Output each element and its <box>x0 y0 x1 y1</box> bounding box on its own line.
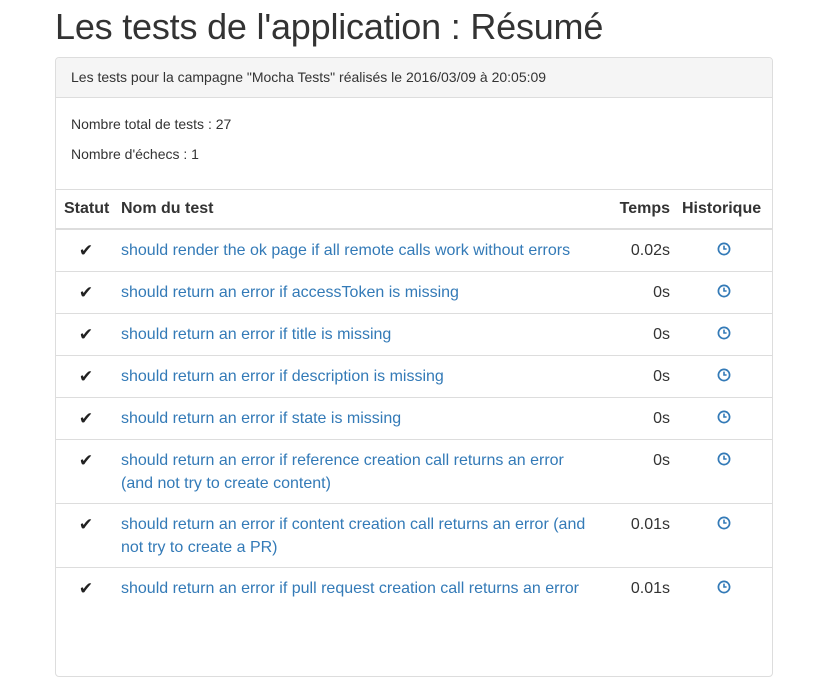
test-time: 0s <box>606 397 678 440</box>
table-row: ✔ should return an error if title is miss… <box>56 313 772 356</box>
clock-icon[interactable] <box>717 450 731 466</box>
test-name-cell: should return an error if reference crea… <box>114 439 606 504</box>
status-cell: ✔ <box>56 355 114 398</box>
clock-icon[interactable] <box>717 514 731 530</box>
status-cell: ✔ <box>56 313 114 356</box>
status-cell: ✔ <box>56 567 114 609</box>
clock-icon[interactable] <box>717 578 731 594</box>
history-cell <box>678 228 772 272</box>
history-cell <box>678 567 772 609</box>
check-icon: ✔ <box>78 579 94 598</box>
test-name-cell: should return an error if state is missi… <box>114 397 606 440</box>
test-name-link[interactable]: should return an error if pull request c… <box>121 580 579 597</box>
tests-table: Statut Nom du test Temps Historique ✔ sho… <box>56 189 772 609</box>
history-cell <box>678 271 772 314</box>
status-cell: ✔ <box>56 228 114 272</box>
test-name-cell: should return an error if pull request c… <box>114 567 606 609</box>
test-name-cell: should return an error if title is missi… <box>114 313 606 356</box>
header-time: Temps <box>606 189 678 230</box>
history-cell <box>678 313 772 356</box>
clock-icon[interactable] <box>717 366 731 382</box>
history-cell <box>678 355 772 398</box>
total-tests-text: Nombre total de tests : 27 <box>71 116 232 132</box>
test-name-link[interactable]: should return an error if title is missi… <box>121 326 391 343</box>
table-row: ✔ should return an error if pull request … <box>56 567 772 609</box>
test-name-cell: should return an error if accessToken is… <box>114 271 606 314</box>
failures-text: Nombre d'échecs : 1 <box>71 146 199 162</box>
panel-heading: Les tests pour la campagne "Mocha Tests"… <box>56 58 772 98</box>
test-name-cell: should return an error if description is… <box>114 355 606 398</box>
test-time: 0s <box>606 355 678 398</box>
test-name-cell: should render the ok page if all remote … <box>114 228 606 272</box>
clock-icon[interactable] <box>717 408 731 424</box>
test-name-link[interactable]: should render the ok page if all remote … <box>121 242 570 259</box>
test-name-link[interactable]: should return an error if state is missi… <box>121 410 401 427</box>
check-icon: ✔ <box>78 409 94 428</box>
test-name-link[interactable]: should return an error if accessToken is… <box>121 284 459 301</box>
clock-icon[interactable] <box>717 240 731 256</box>
status-cell: ✔ <box>56 439 114 504</box>
status-cell: ✔ <box>56 503 114 568</box>
clock-icon[interactable] <box>717 324 731 340</box>
test-name-cell: should return an error if content creati… <box>114 503 606 568</box>
table-row: ✔ should return an error if reference cre… <box>56 439 772 504</box>
test-time: 0.01s <box>606 503 678 568</box>
history-cell <box>678 503 772 568</box>
history-cell <box>678 397 772 440</box>
test-name-link[interactable]: should return an error if description is… <box>121 368 444 385</box>
history-cell <box>678 439 772 504</box>
page-title: Les tests de l'application : Résumé <box>55 6 604 47</box>
header-history: Historique <box>678 189 772 230</box>
test-time: 0s <box>606 271 678 314</box>
table-row: ✔ should render the ok page if all remote… <box>56 228 772 272</box>
header-status: Statut <box>56 189 114 230</box>
test-time: 0.02s <box>606 228 678 272</box>
table-row: ✔ should return an error if content creat… <box>56 503 772 568</box>
table-row: ✔ should return an error if state is miss… <box>56 397 772 440</box>
test-time: 0s <box>606 313 678 356</box>
panel-body: Nombre total de tests : 27 Nombre d'éche… <box>56 98 772 189</box>
test-time: 0s <box>606 439 678 504</box>
summary-panel: Les tests pour la campagne "Mocha Tests"… <box>55 57 773 677</box>
status-cell: ✔ <box>56 271 114 314</box>
test-name-link[interactable]: should return an error if content creati… <box>121 516 585 556</box>
table-row: ✔ should return an error if accessToken i… <box>56 271 772 314</box>
check-icon: ✔ <box>78 241 94 260</box>
check-icon: ✔ <box>78 515 94 534</box>
clock-icon[interactable] <box>717 282 731 298</box>
check-icon: ✔ <box>78 283 94 302</box>
check-icon: ✔ <box>78 367 94 386</box>
table-header-row: Statut Nom du test Temps Historique <box>56 189 772 230</box>
check-icon: ✔ <box>78 451 94 470</box>
test-name-link[interactable]: should return an error if reference crea… <box>121 452 564 492</box>
check-icon: ✔ <box>78 325 94 344</box>
test-time: 0.01s <box>606 567 678 609</box>
header-name: Nom du test <box>114 189 606 230</box>
status-cell: ✔ <box>56 397 114 440</box>
table-row: ✔ should return an error if description i… <box>56 355 772 398</box>
